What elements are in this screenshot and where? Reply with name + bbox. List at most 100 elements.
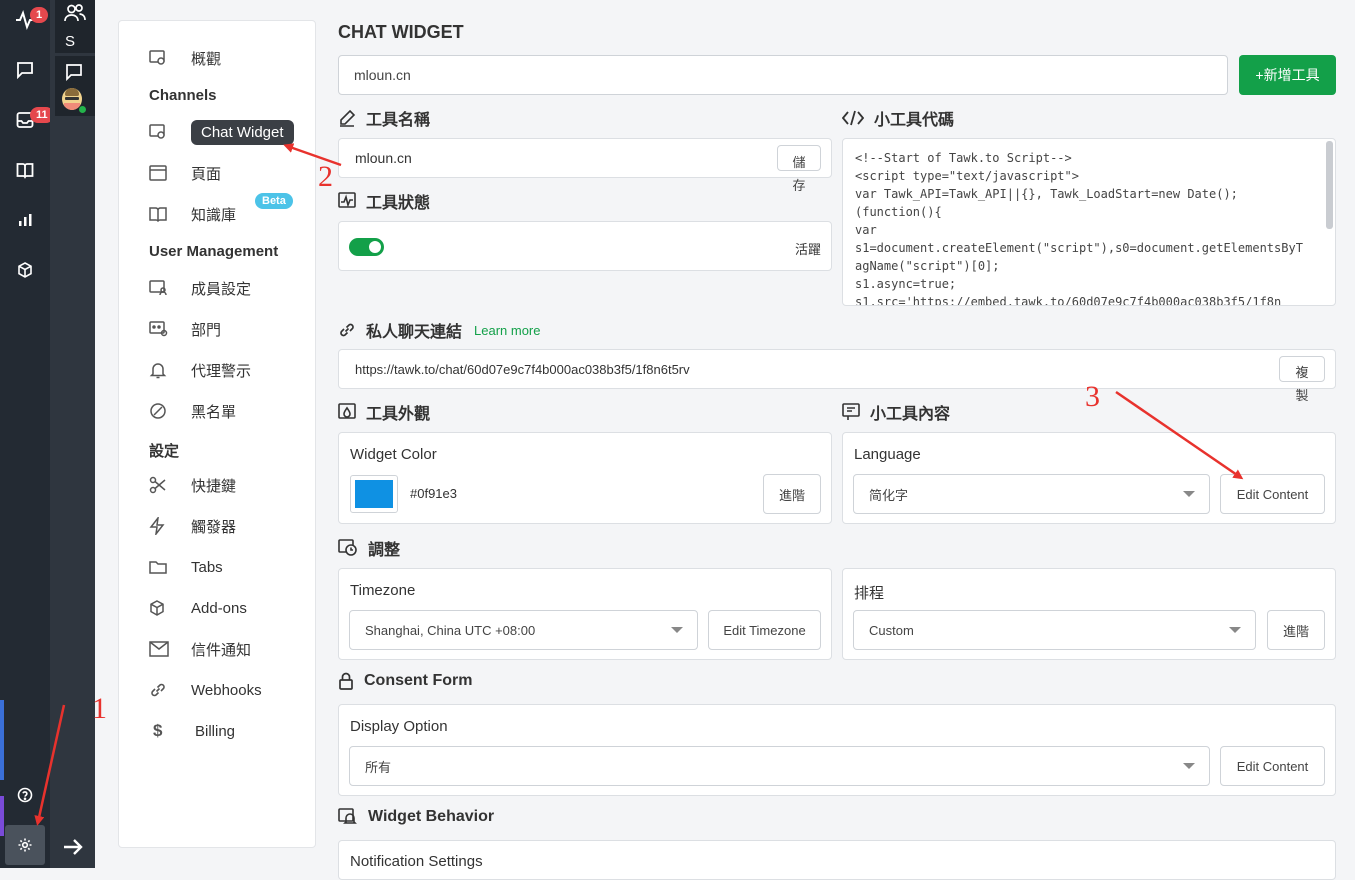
settings-sidebar: 概觀 Channels Chat Widget 頁面 知識庫 Beta User… — [118, 20, 316, 848]
nav-pages[interactable]: 頁面 — [149, 160, 221, 186]
dollar-icon: $ — [153, 721, 163, 740]
display-option-select-value: 所有 — [365, 759, 392, 775]
chat-bubble-icon[interactable] — [65, 63, 83, 86]
nav-knowledge-base[interactable]: 知識庫 — [149, 201, 236, 227]
annotation-number-3: 3 — [1085, 380, 1100, 413]
property-select-value: mloun.cn — [354, 67, 411, 83]
widget-code-label: 小工具代碼 — [842, 106, 954, 130]
nav-members-label: 成員設定 — [191, 280, 252, 298]
page-title: CHAT WIDGET — [338, 22, 464, 42]
conversations-rail: S — [50, 0, 95, 868]
chat-widget-icon — [149, 124, 171, 140]
nav-shortcuts-label: 快捷鍵 — [191, 477, 237, 495]
widget-name-label-text: 工具名稱 — [366, 112, 431, 129]
nav-chat-widget-label: Chat Widget — [191, 119, 294, 145]
nav-departments[interactable]: 部門 — [149, 316, 221, 342]
widget-status-label-text: 工具狀態 — [366, 195, 431, 212]
envelope-icon — [149, 641, 171, 657]
timezone-label: Timezone — [350, 582, 416, 599]
schedule-select[interactable]: Custom — [853, 610, 1256, 650]
help-icon[interactable] — [13, 783, 37, 807]
appearance-advanced-button[interactable]: 進階 — [763, 474, 821, 514]
widget-color-label: Widget Color — [350, 446, 437, 463]
learn-more-link[interactable]: Learn more — [474, 323, 540, 338]
copy-button[interactable]: 複製 — [1279, 356, 1325, 403]
color-swatch[interactable] — [350, 475, 398, 513]
link-icon — [340, 323, 354, 337]
widget-code-textarea[interactable]: <!--Start of Tawk.to Script--> <script t… — [842, 138, 1336, 306]
nav-billing-label: Billing — [195, 722, 236, 740]
language-select-value: 简化字 — [869, 487, 909, 503]
widget-code-label-text: 小工具代碼 — [874, 112, 955, 129]
notification-settings-label: Notification Settings — [350, 853, 483, 870]
reports-bar-icon[interactable] — [13, 208, 37, 232]
addons-cube-icon[interactable] — [13, 258, 37, 282]
nav-blacklist-label: 黑名單 — [191, 403, 237, 421]
content-label-text: 小工具內容 — [870, 406, 951, 423]
property-select[interactable]: mloun.cn — [338, 55, 1228, 95]
users-icon[interactable] — [64, 3, 86, 28]
content-icon — [842, 403, 860, 420]
content-label: 小工具內容 — [842, 400, 950, 424]
direct-link-value: https://tawk.to/chat/60d07e9c7f4b000ac03… — [355, 362, 690, 377]
knowledge-book-icon[interactable] — [13, 158, 37, 182]
nav-departments-label: 部門 — [191, 321, 222, 339]
cube-icon — [149, 600, 171, 616]
rail-accent-bar-2 — [0, 796, 4, 836]
annotation-number-1: 1 — [92, 692, 107, 725]
language-select[interactable]: 简化字 — [853, 474, 1210, 514]
nav-webhooks-label: Webhooks — [191, 681, 262, 699]
channels-heading: Channels — [149, 87, 217, 104]
nav-email-notifications[interactable]: 信件通知 — [149, 636, 251, 662]
edit-content-button[interactable]: Edit Content — [1220, 474, 1325, 514]
widget-name-field[interactable]: mloun.cn — [338, 138, 832, 178]
scissors-icon — [149, 476, 171, 494]
clock-icon — [338, 539, 357, 556]
schedule-label: 排程 — [854, 585, 885, 602]
behavior-label-text: Widget Behavior — [368, 808, 495, 825]
widget-status-card: 活躍 — [338, 221, 832, 271]
departments-icon — [149, 321, 171, 337]
chevron-down-icon — [1183, 763, 1195, 769]
nav-billing[interactable]: $ Billing — [149, 718, 235, 744]
schedule-advanced-button[interactable]: 進階 — [1267, 610, 1325, 650]
consent-label: Consent Form — [338, 672, 472, 690]
save-button[interactable]: 儲存 — [777, 145, 821, 193]
nav-chat-widget[interactable]: Chat Widget — [149, 119, 294, 145]
pencil-icon — [340, 109, 356, 127]
nav-overview[interactable]: 概觀 — [149, 45, 221, 71]
direct-link-field[interactable]: https://tawk.to/chat/60d07e9c7f4b000ac03… — [338, 349, 1336, 389]
nav-members[interactable]: 成員設定 — [149, 275, 251, 301]
nav-addons[interactable]: Add-ons — [149, 595, 247, 621]
edit-timezone-button[interactable]: Edit Timezone — [708, 610, 821, 650]
nav-webhooks[interactable]: Webhooks — [149, 677, 262, 703]
consent-edit-content-button[interactable]: Edit Content — [1220, 746, 1325, 786]
beta-badge: Beta — [255, 193, 293, 209]
lock-icon — [339, 672, 353, 690]
arrow-right-icon[interactable] — [50, 825, 95, 868]
code-scrollbar[interactable] — [1326, 141, 1333, 229]
consent-label-text: Consent Form — [364, 672, 473, 689]
widget-color-hex[interactable]: #0f91e3 — [410, 486, 457, 501]
page-icon — [149, 165, 171, 181]
nav-tabs[interactable]: Tabs — [149, 554, 223, 580]
status-toggle[interactable] — [349, 238, 384, 256]
code-icon — [842, 110, 864, 126]
settings-gear-icon[interactable] — [5, 825, 45, 865]
nav-blacklist[interactable]: 黑名單 — [149, 398, 236, 424]
members-icon — [149, 280, 171, 296]
save-button-label: 儲存 — [792, 155, 806, 193]
activity-badge: 1 — [30, 7, 49, 23]
display-option-select[interactable]: 所有 — [349, 746, 1210, 786]
nav-shortcuts[interactable]: 快捷鍵 — [149, 472, 236, 498]
user-initial: S — [65, 33, 76, 50]
nav-triggers[interactable]: 觸發器 — [149, 513, 236, 539]
add-widget-button[interactable]: +新增工具 — [1239, 55, 1336, 95]
rail-accent-bar — [0, 700, 4, 780]
nav-agent-alerts[interactable]: 代理警示 — [149, 357, 251, 383]
appearance-label: 工具外觀 — [338, 400, 430, 424]
schedule-select-value: Custom — [869, 622, 914, 638]
timezone-select[interactable]: Shanghai, China UTC +08:00 — [349, 610, 698, 650]
chat-icon[interactable] — [13, 58, 37, 82]
widget-name-label: 工具名稱 — [338, 106, 430, 130]
